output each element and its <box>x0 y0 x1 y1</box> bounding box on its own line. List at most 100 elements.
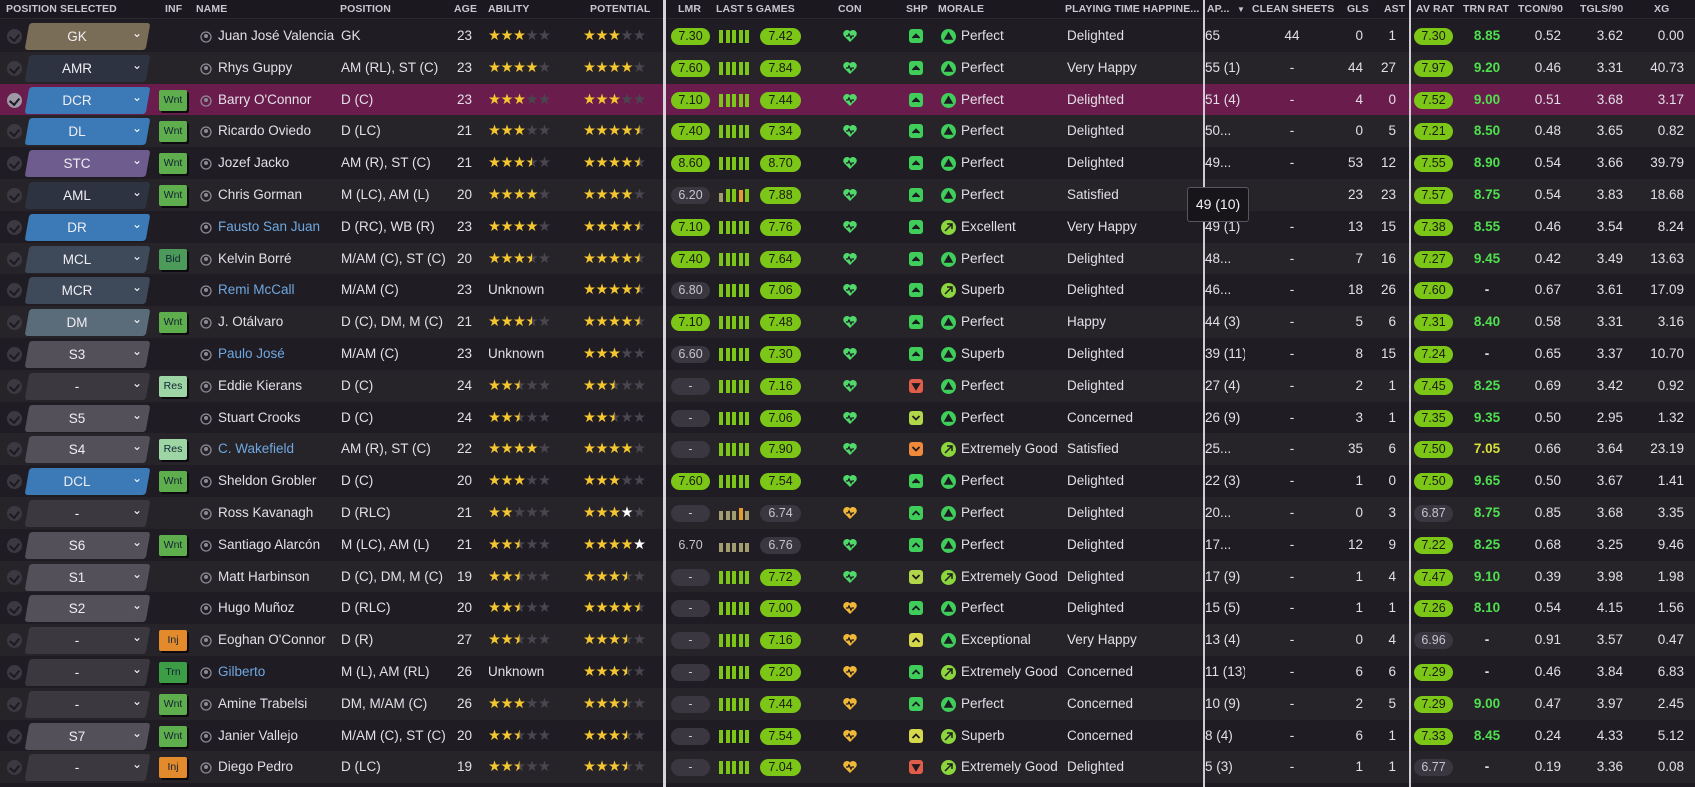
player-name[interactable]: Barry O'Connor <box>218 84 338 116</box>
column-header[interactable]: GLS <box>1347 3 1369 15</box>
column-header[interactable]: POTENTIAL <box>590 3 650 15</box>
player-name[interactable]: Matt Harbinson <box>218 561 338 593</box>
column-header[interactable]: AGE <box>454 3 477 15</box>
position-selector[interactable]: DL ⌄ <box>24 118 151 146</box>
row-checkbox[interactable] <box>7 601 22 617</box>
position-selector[interactable]: S4 ⌄ <box>24 436 151 464</box>
player-name[interactable]: Sheldon Grobler <box>218 465 338 497</box>
row-checkbox[interactable] <box>7 665 22 680</box>
player-name[interactable]: Jozef Jacko <box>218 147 338 179</box>
row-checkbox[interactable] <box>7 29 22 44</box>
position-selector[interactable]: DM ⌄ <box>24 309 151 337</box>
player-name[interactable]: Ross Kavanagh <box>218 497 338 529</box>
table-row[interactable]: MCL ⌄ Bid Kelvin Borré M/AM (C), ST (C) 20 ★★★… <box>0 242 1695 275</box>
row-checkbox[interactable] <box>7 410 22 426</box>
row-checkbox[interactable] <box>7 506 22 521</box>
row-checkbox[interactable] <box>7 188 22 203</box>
player-name[interactable]: Eddie Kierans <box>218 370 338 402</box>
column-header[interactable]: AST <box>1384 3 1405 15</box>
player-name[interactable]: Chris Gorman <box>218 179 338 211</box>
row-checkbox[interactable] <box>7 633 22 649</box>
column-header[interactable]: SHP <box>906 3 928 15</box>
position-selector[interactable]: - ⌄ <box>24 690 151 718</box>
row-checkbox[interactable] <box>7 347 22 362</box>
player-name[interactable]: Rhys Guppy <box>218 52 338 84</box>
sort-arrow-icon[interactable]: ▼ <box>1237 5 1245 14</box>
row-checkbox[interactable] <box>7 251 22 267</box>
table-row[interactable]: - ⌄ Inj Diego Pedro D (LC) 19 ★★★★★ ★★★★★ -7.04 E… <box>0 751 1695 784</box>
table-row[interactable]: GK ⌄ Juan José Valencia GK 23 ★★★★★ ★★★★★ 7.30 7… <box>0 20 1695 52</box>
table-row[interactable]: DM ⌄ Wnt J. Otálvaro D (C), DM, M (C) 21 ★★★★★… <box>0 306 1695 339</box>
player-name[interactable]: Diego Pedro <box>218 751 338 783</box>
row-checkbox[interactable] <box>7 315 22 331</box>
table-row[interactable]: S5 ⌄ Stuart Crooks D (C) 24 ★★★★★ ★★★★★ - 7.06 Pe… <box>0 401 1695 434</box>
player-name[interactable]: Stuart Crooks <box>218 402 338 434</box>
column-header[interactable]: AP... <box>1207 3 1229 15</box>
position-selector[interactable]: AMR ⌄ <box>24 54 151 82</box>
position-selector[interactable]: S1 ⌄ <box>24 563 151 591</box>
position-selector[interactable]: DCR ⌄ <box>24 86 151 114</box>
table-row[interactable]: - ⌄ Trn Gilberto M (L), AM (RL) 26 Unknown ★★★★… <box>0 656 1695 688</box>
table-row[interactable]: S7 ⌄ Wnt Janier Vallejo M/AM (C), ST (C) 20 ★★… <box>0 719 1695 752</box>
column-header[interactable]: TGLS/90 <box>1580 3 1623 15</box>
column-header[interactable]: LMR <box>678 3 701 15</box>
position-selector[interactable]: S6 ⌄ <box>24 531 151 559</box>
player-name[interactable]: Ricardo Oviedo <box>218 115 338 147</box>
row-checkbox[interactable] <box>7 92 22 108</box>
row-checkbox[interactable] <box>7 124 22 140</box>
position-selector[interactable]: - ⌄ <box>24 627 151 655</box>
row-checkbox[interactable] <box>7 728 22 744</box>
table-row[interactable]: - ⌄ Wnt Amine Trabelsi DM, M/AM (C) 26 ★★★★★ ★★… <box>0 687 1695 720</box>
player-name[interactable]: Eoghan O'Connor <box>218 624 338 656</box>
table-row[interactable]: S3 ⌄ Paulo José M/AM (C) 23 Unknown ★★★★★ 6.60 7… <box>0 338 1695 370</box>
table-row[interactable]: S6 ⌄ Wnt Santiago Alarcón M (LC), AM (L) 21 ★★… <box>0 528 1695 561</box>
column-header[interactable]: AV RAT <box>1416 3 1454 15</box>
column-header[interactable]: CON <box>838 3 862 15</box>
table-row[interactable]: - ⌄ Ross Kavanagh D (RLC) 21 ★★★★★ ★★★★★ -6.74 P… <box>0 497 1695 529</box>
table-row[interactable]: DCR ⌄ Wnt Barry O'Connor D (C) 23 ★★★★★ ★★★★★ 7.… <box>0 83 1695 116</box>
table-row[interactable]: DR ⌄ Fausto San Juan D (RC), WB (R) 23 ★★★★★ ★… <box>0 210 1695 243</box>
position-selector[interactable]: - ⌄ <box>24 754 151 782</box>
table-row[interactable]: DL ⌄ Wnt Ricardo Oviedo D (LC) 21 ★★★★★ ★★★★★ 7.… <box>0 115 1695 148</box>
table-row[interactable]: - ⌄ Inj Eoghan O'Connor D (R) 27 ★★★★★ ★★★★★ -7.… <box>0 624 1695 657</box>
position-selector[interactable]: S5 ⌄ <box>24 404 151 432</box>
column-header[interactable]: MORALE <box>938 3 984 15</box>
row-checkbox[interactable] <box>7 283 22 299</box>
position-selector[interactable]: - ⌄ <box>24 372 151 400</box>
column-header[interactable]: CLEAN SHEETS <box>1252 3 1334 15</box>
position-selector[interactable]: S3 ⌄ <box>24 341 151 368</box>
position-selector[interactable]: MCL ⌄ <box>24 245 151 273</box>
table-row[interactable]: AMR ⌄ Rhys Guppy AM (RL), ST (C) 23 ★★★★★ ★★★★… <box>0 51 1695 84</box>
column-header[interactable]: INF <box>165 3 182 15</box>
player-name[interactable]: Juan José Valencia <box>218 20 338 52</box>
position-selector[interactable]: STC ⌄ <box>24 150 151 178</box>
position-selector[interactable]: MCR ⌄ <box>24 277 151 305</box>
table-row[interactable]: S1 ⌄ Matt Harbinson D (C), DM, M (C) 19 ★★★★★… <box>0 560 1695 593</box>
row-checkbox[interactable] <box>7 156 22 172</box>
player-name[interactable]: Gilberto <box>218 656 338 688</box>
table-row[interactable]: S2 ⌄ Hugo Muñoz D (RLC) 20 ★★★★★ ★★★★★ - 7.00 Per… <box>0 592 1695 625</box>
row-checkbox[interactable] <box>7 760 22 776</box>
column-header[interactable]: ABILITY <box>488 3 530 15</box>
position-selector[interactable]: AML ⌄ <box>24 182 151 209</box>
row-checkbox[interactable] <box>7 537 22 553</box>
player-name[interactable]: Janier Vallejo <box>218 720 338 752</box>
player-name[interactable]: Santiago Alarcón <box>218 529 338 561</box>
column-header[interactable]: TCON/90 <box>1518 3 1563 15</box>
row-checkbox[interactable] <box>7 474 22 490</box>
row-checkbox[interactable] <box>7 442 22 458</box>
row-checkbox[interactable] <box>7 696 22 712</box>
player-name[interactable]: Hugo Muñoz <box>218 592 338 624</box>
position-selector[interactable]: DR ⌄ <box>24 213 151 241</box>
column-header[interactable]: LAST 5 GAMES <box>716 3 795 15</box>
player-name[interactable]: Remi McCall <box>218 274 338 306</box>
player-name[interactable]: Paulo José <box>218 338 338 370</box>
column-header[interactable]: TRN RAT <box>1463 3 1509 15</box>
row-checkbox[interactable] <box>7 378 22 394</box>
table-row[interactable]: DCL ⌄ Wnt Sheldon Grobler D (C) 20 ★★★★★ ★★★★★ 7… <box>0 465 1695 498</box>
row-checkbox[interactable] <box>7 569 22 585</box>
column-header[interactable]: NAME <box>196 3 227 15</box>
player-name[interactable]: Kelvin Borré <box>218 243 338 275</box>
column-header[interactable]: XG <box>1654 3 1669 15</box>
position-selector[interactable]: DCL ⌄ <box>24 468 151 496</box>
